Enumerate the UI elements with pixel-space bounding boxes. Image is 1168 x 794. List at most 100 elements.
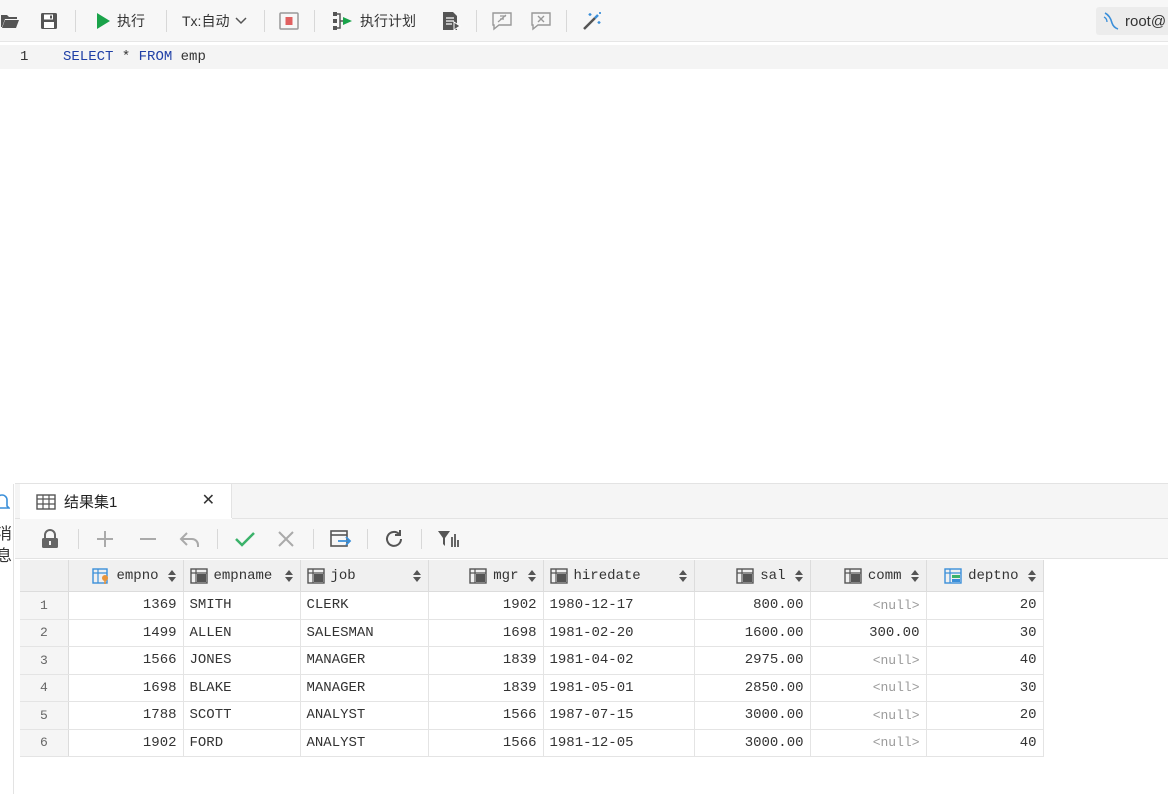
refresh-icon[interactable]	[383, 519, 405, 559]
cell-sal[interactable]: 1600.00	[694, 619, 811, 647]
confirm-check-icon[interactable]	[234, 519, 256, 559]
row-number[interactable]: 4	[20, 674, 69, 702]
cell-mgr[interactable]: 1566	[428, 701, 544, 730]
save-icon[interactable]	[40, 0, 58, 42]
column-header-mgr[interactable]: mgr	[428, 560, 544, 592]
cell-deptno[interactable]: 20	[926, 701, 1044, 730]
cell-empname[interactable]: FORD	[183, 729, 301, 757]
row-number[interactable]: 3	[20, 646, 69, 675]
sort-arrows-icon[interactable]	[167, 570, 176, 582]
result-grid[interactable]: empno empname job mgr hiredate sal comm …	[20, 560, 1044, 757]
cell-sal[interactable]: 3000.00	[694, 701, 811, 730]
cell-empno[interactable]: 1566	[68, 646, 184, 675]
sort-arrows-icon[interactable]	[412, 570, 421, 582]
sort-arrows-icon[interactable]	[284, 570, 293, 582]
cell-mgr[interactable]: 1698	[428, 619, 544, 647]
cell-mgr[interactable]: 1839	[428, 646, 544, 675]
cell-job[interactable]: ANALYST	[300, 701, 429, 730]
explain-icon[interactable]	[441, 0, 461, 42]
cell-comm[interactable]: <null>	[810, 591, 927, 620]
open-folder-icon[interactable]	[0, 0, 20, 42]
cell-empname[interactable]: ALLEN	[183, 619, 301, 647]
uncomment-icon[interactable]	[530, 0, 552, 42]
sql-code-line[interactable]: SELECT * FROM emp	[63, 49, 206, 65]
table-row[interactable]: 4 1698 BLAKE MANAGER 1839 1981-05-01 2850.00 <n…	[20, 674, 1044, 702]
cell-empno[interactable]: 1788	[68, 701, 184, 730]
cell-empno[interactable]: 1369	[68, 591, 184, 620]
row-number[interactable]: 5	[20, 701, 69, 730]
column-header-sal[interactable]: sal	[694, 560, 811, 592]
connection-user-button[interactable]: root@	[1096, 7, 1168, 35]
column-header-empno[interactable]: empno	[68, 560, 184, 592]
cell-mgr[interactable]: 1902	[428, 591, 544, 620]
cell-job[interactable]: CLERK	[300, 591, 429, 620]
cell-sal[interactable]: 2975.00	[694, 646, 811, 675]
cancel-x-icon[interactable]	[276, 519, 296, 559]
cell-job[interactable]: MANAGER	[300, 674, 429, 702]
cell-mgr[interactable]: 1839	[428, 674, 544, 702]
cell-sal[interactable]: 2850.00	[694, 674, 811, 702]
cell-job[interactable]: ANALYST	[300, 729, 429, 757]
column-header-hiredate[interactable]: hiredate	[543, 560, 695, 592]
table-row[interactable]: 1 1369 SMITH CLERK 1902 1980-12-17 800.00 <null…	[20, 591, 1044, 620]
add-row-icon[interactable]	[95, 519, 115, 559]
column-header-comm[interactable]: comm	[810, 560, 927, 592]
run-button[interactable]: 执行	[95, 0, 145, 42]
table-row[interactable]: 2 1499 ALLEN SALESMAN 1698 1981-02-20 1600.00 3…	[20, 619, 1044, 647]
cell-comm[interactable]: 300.00	[810, 619, 927, 647]
undo-icon[interactable]	[179, 519, 201, 559]
cell-hiredate[interactable]: 1981-02-20	[543, 619, 695, 647]
cell-deptno[interactable]: 40	[926, 729, 1044, 757]
transaction-mode-dropdown[interactable]: Tx:自动	[182, 0, 248, 42]
cell-sal[interactable]: 3000.00	[694, 729, 811, 757]
delete-row-icon[interactable]	[138, 519, 158, 559]
cell-empno[interactable]: 1499	[68, 619, 184, 647]
sort-arrows-icon[interactable]	[794, 570, 803, 582]
cell-job[interactable]: MANAGER	[300, 646, 429, 675]
cell-hiredate[interactable]: 1987-07-15	[543, 701, 695, 730]
sort-arrows-icon[interactable]	[910, 570, 919, 582]
table-row[interactable]: 3 1566 JONES MANAGER 1839 1981-04-02 2975.00 <n…	[20, 646, 1044, 675]
execution-plan-button[interactable]: 执行计划	[332, 0, 416, 42]
cell-empname[interactable]: SCOTT	[183, 701, 301, 730]
cell-comm[interactable]: <null>	[810, 701, 927, 730]
cell-empname[interactable]: JONES	[183, 646, 301, 675]
close-icon[interactable]: ✕	[202, 493, 215, 509]
sort-arrows-icon[interactable]	[678, 570, 687, 582]
cell-empno[interactable]: 1902	[68, 729, 184, 757]
cell-sal[interactable]: 800.00	[694, 591, 811, 620]
column-header-empname[interactable]: empname	[183, 560, 301, 592]
comment-icon[interactable]	[491, 0, 513, 42]
beautify-wand-icon[interactable]	[581, 0, 603, 42]
lock-icon[interactable]	[40, 519, 60, 559]
cell-deptno[interactable]: 30	[926, 619, 1044, 647]
cell-empno[interactable]: 1698	[68, 674, 184, 702]
table-row[interactable]: 5 1788 SCOTT ANALYST 1566 1987-07-15 3000.00 <n…	[20, 701, 1044, 730]
cell-empname[interactable]: BLAKE	[183, 674, 301, 702]
cell-deptno[interactable]: 40	[926, 646, 1044, 675]
row-number[interactable]: 1	[20, 591, 69, 620]
filter-sort-icon[interactable]	[437, 519, 459, 559]
cell-comm[interactable]: <null>	[810, 729, 927, 757]
cell-deptno[interactable]: 20	[926, 591, 1044, 620]
cell-mgr[interactable]: 1566	[428, 729, 544, 757]
cell-job[interactable]: SALESMAN	[300, 619, 429, 647]
sort-arrows-icon[interactable]	[1027, 570, 1036, 582]
column-header-job[interactable]: job	[300, 560, 429, 592]
cell-hiredate[interactable]: 1980-12-17	[543, 591, 695, 620]
cell-comm[interactable]: <null>	[810, 646, 927, 675]
table-row[interactable]: 6 1902 FORD ANALYST 1566 1981-12-05 3000.00 <nu…	[20, 729, 1044, 757]
tab-result-set-1[interactable]: 结果集1 ✕	[20, 484, 232, 520]
sql-editor[interactable]: 1 SELECT * FROM emp	[0, 43, 1168, 483]
row-number[interactable]: 6	[20, 729, 69, 757]
row-number[interactable]: 2	[20, 619, 69, 647]
cell-hiredate[interactable]: 1981-04-02	[543, 646, 695, 675]
stop-button[interactable]	[279, 0, 299, 42]
cell-deptno[interactable]: 30	[926, 674, 1044, 702]
export-icon[interactable]	[330, 519, 352, 559]
column-header-deptno[interactable]: deptno	[926, 560, 1044, 592]
cell-empname[interactable]: SMITH	[183, 591, 301, 620]
cell-hiredate[interactable]: 1981-12-05	[543, 729, 695, 757]
messages-side-panel[interactable]: 消息	[0, 484, 14, 794]
cell-comm[interactable]: <null>	[810, 674, 927, 702]
